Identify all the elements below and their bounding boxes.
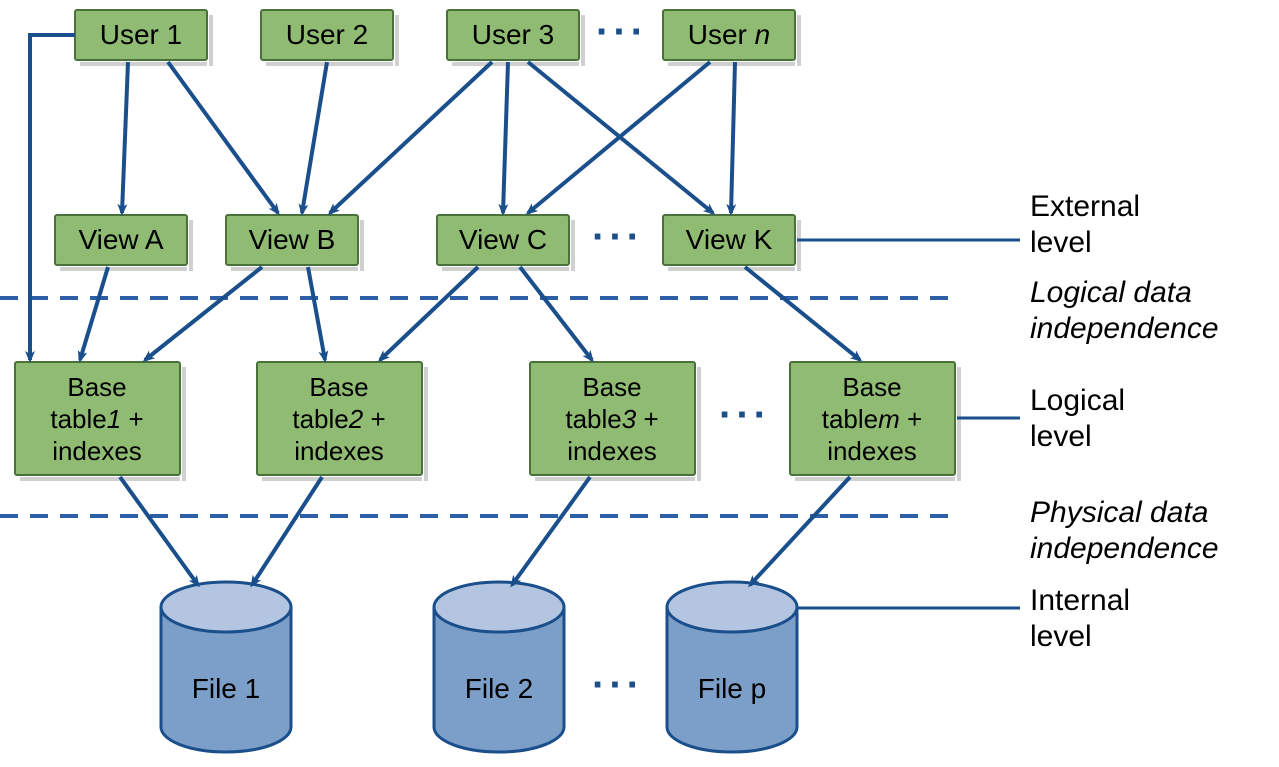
user-1-box: User 1: [75, 10, 213, 66]
table-1-line1: Base: [67, 372, 126, 402]
arrow-user1-viewb: [168, 62, 278, 213]
base-table-1-box: Base table1 + indexes: [15, 362, 186, 481]
file-p-cylinder: File p: [667, 582, 797, 752]
file-2-cylinder: File 2: [434, 582, 564, 752]
table-3-line3: indexes: [567, 436, 657, 466]
user-n-box: User n: [663, 10, 801, 66]
external-level-label-1: External: [1030, 190, 1140, 223]
view-c-box: View C: [437, 215, 575, 271]
arrow-user2-viewb: [302, 62, 327, 213]
arrow-usern-viewk: [731, 62, 735, 213]
base-table-2-box: Base table2 + indexes: [257, 362, 428, 481]
base-table-m-box: Base tablem + indexes: [790, 362, 961, 481]
view-a-label: View A: [78, 224, 163, 255]
user-2-label: User 2: [286, 19, 368, 50]
arrow-tablem-filep: [750, 477, 850, 585]
dots-views: ···: [592, 215, 644, 259]
view-k-label: View K: [686, 224, 773, 255]
file-1-cylinder: File 1: [161, 582, 291, 752]
logical-independence-label-2: independence: [1030, 312, 1219, 345]
user-n-label: User n: [688, 19, 770, 50]
table-1-line2: table1 +: [50, 404, 143, 434]
logical-level-label-1: Logical: [1030, 384, 1125, 417]
view-b-box: View B: [226, 215, 364, 271]
arrow-viewa-table1: [80, 267, 108, 360]
arrow-user1-viewa: [122, 62, 128, 213]
file-2-label: File 2: [465, 673, 533, 704]
arrow-viewk-tablem: [745, 267, 860, 360]
file-p-label: File p: [698, 673, 766, 704]
arrow-viewc-table3: [520, 267, 592, 360]
view-k-box: View K: [663, 215, 801, 271]
logical-independence-label-1: Logical data: [1030, 276, 1192, 309]
table-2-line3: indexes: [294, 436, 384, 466]
table-3-line2: table3 +: [565, 404, 658, 434]
user-3-label: User 3: [472, 19, 554, 50]
arrow-viewc-table2: [380, 267, 478, 360]
arrow-user3-viewc: [503, 62, 508, 213]
user-2-box: User 2: [261, 10, 399, 66]
dots-files: ···: [592, 663, 644, 707]
table-m-line2: tablem +: [822, 404, 922, 434]
physical-independence-label-2: independence: [1030, 532, 1219, 565]
three-schema-diagram: User 1 User 2 User 3 ··· User n View A V…: [0, 0, 1279, 767]
internal-level-label-2: level: [1030, 620, 1092, 653]
internal-level-label-1: Internal: [1030, 584, 1130, 617]
table-2-line1: Base: [309, 372, 368, 402]
table-m-line3: indexes: [827, 436, 917, 466]
view-c-label: View C: [459, 224, 547, 255]
arrow-table3-file2: [512, 477, 590, 585]
table-3-line1: Base: [582, 372, 641, 402]
dots-tables: ···: [719, 393, 771, 437]
table-m-line1: Base: [842, 372, 901, 402]
arrow-user3-viewb: [330, 62, 492, 213]
file-1-label: File 1: [192, 673, 260, 704]
table-1-line3: indexes: [52, 436, 142, 466]
arrow-table1-file1: [120, 477, 198, 585]
arrow-table2-file1: [252, 477, 322, 585]
table-2-line2: table2 +: [292, 404, 385, 434]
logical-level-label-2: level: [1030, 420, 1092, 453]
user-1-label: User 1: [100, 19, 182, 50]
arrow-viewb-table1: [145, 267, 262, 360]
view-b-label: View B: [249, 224, 336, 255]
view-a-box: View A: [55, 215, 193, 271]
dots-users: ···: [596, 10, 648, 54]
external-level-label-2: level: [1030, 226, 1092, 259]
physical-independence-label-1: Physical data: [1030, 496, 1208, 529]
user-3-box: User 3: [447, 10, 585, 66]
arrow-viewb-table2: [308, 267, 325, 360]
base-table-3-box: Base table3 + indexes: [530, 362, 701, 481]
